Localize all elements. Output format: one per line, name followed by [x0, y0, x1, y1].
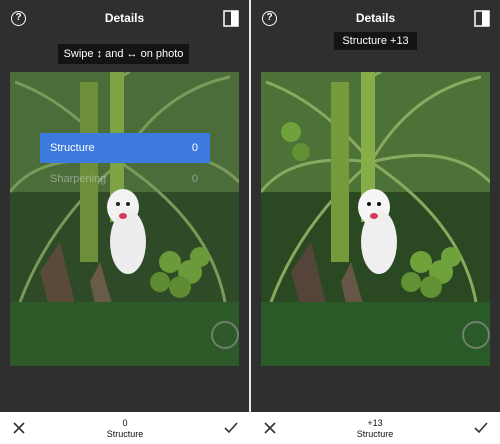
- bottom-value: 0: [122, 418, 128, 428]
- bottom-toolbar: 0 Structure +13 Structure: [0, 412, 500, 444]
- photo-canvas[interactable]: [261, 72, 490, 366]
- page-title: Details: [104, 11, 145, 25]
- check-icon[interactable]: [224, 421, 238, 435]
- right-editor-panel: ? Details Structure +13: [251, 0, 500, 444]
- menu-item-value: 0: [191, 142, 198, 154]
- close-icon[interactable]: [263, 421, 277, 435]
- menu-item-sharpening[interactable]: Sharpening 0: [40, 164, 210, 194]
- check-icon[interactable]: [474, 421, 488, 435]
- menu-item-structure[interactable]: Structure 0: [40, 133, 210, 163]
- menu-item-label: Structure: [50, 142, 95, 154]
- compare-icon[interactable]: [223, 10, 239, 27]
- swipe-hint: Swipe ↕ and ↔ on photo: [58, 44, 189, 64]
- adjustment-value-pill: Structure +13: [334, 32, 417, 50]
- pill-value: +13: [390, 35, 409, 47]
- page-title: Details: [355, 11, 396, 25]
- photo-canvas[interactable]: [10, 72, 239, 366]
- pill-label: Structure: [342, 35, 387, 47]
- top-bar: ? Details: [0, 0, 249, 38]
- bottom-label: Structure: [356, 429, 394, 439]
- left-editor-panel: ? Details Swipe ↕ and ↔ on photo Structu…: [0, 0, 249, 444]
- close-icon[interactable]: [12, 421, 26, 435]
- bottom-label: Structure: [106, 429, 144, 439]
- menu-item-value: 0: [191, 173, 198, 185]
- bottom-value: +13: [367, 418, 383, 428]
- compare-icon[interactable]: [474, 10, 490, 27]
- menu-item-label: Sharpening: [50, 173, 107, 185]
